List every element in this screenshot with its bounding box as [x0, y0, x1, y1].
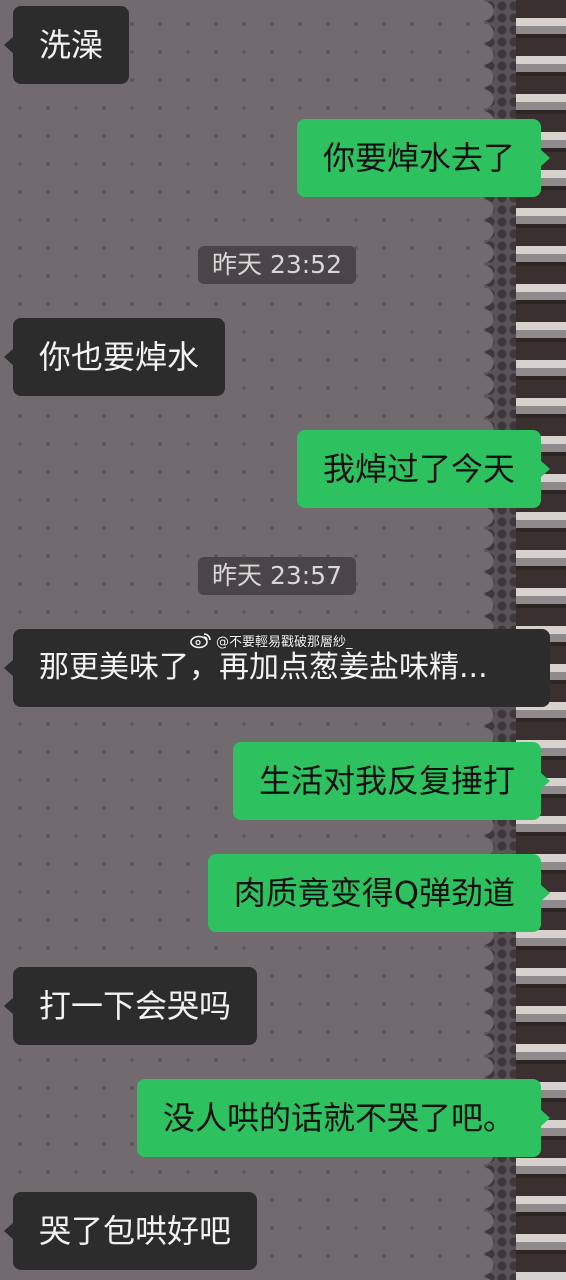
timestamp: 昨天 23:57 — [198, 557, 356, 595]
weibo-icon — [190, 633, 211, 649]
watermark-text: @不要輕易戳破那層紗_ — [216, 634, 353, 650]
message-outgoing[interactable]: 肉质竟变得Q弹劲道 — [207, 854, 551, 932]
message-outgoing[interactable]: 没人哄的话就不哭了吧。 — [136, 1079, 551, 1157]
weibo-watermark: @不要輕易戳破那層紗_ — [190, 629, 353, 651]
message-incoming[interactable]: 打一下会哭吗 — [3, 967, 258, 1045]
message-incoming[interactable]: 你也要焯水 — [3, 318, 226, 396]
message-outgoing[interactable]: 我焯过了今天 — [296, 430, 551, 508]
timestamp: 昨天 23:52 — [198, 246, 356, 284]
message-incoming[interactable]: 洗澡 — [3, 6, 130, 84]
message-outgoing[interactable]: 生活对我反复捶打 — [232, 742, 551, 820]
message-incoming[interactable]: 哭了包哄好吧 — [3, 1192, 258, 1270]
message-outgoing[interactable]: 你要焯水去了 — [296, 119, 551, 197]
